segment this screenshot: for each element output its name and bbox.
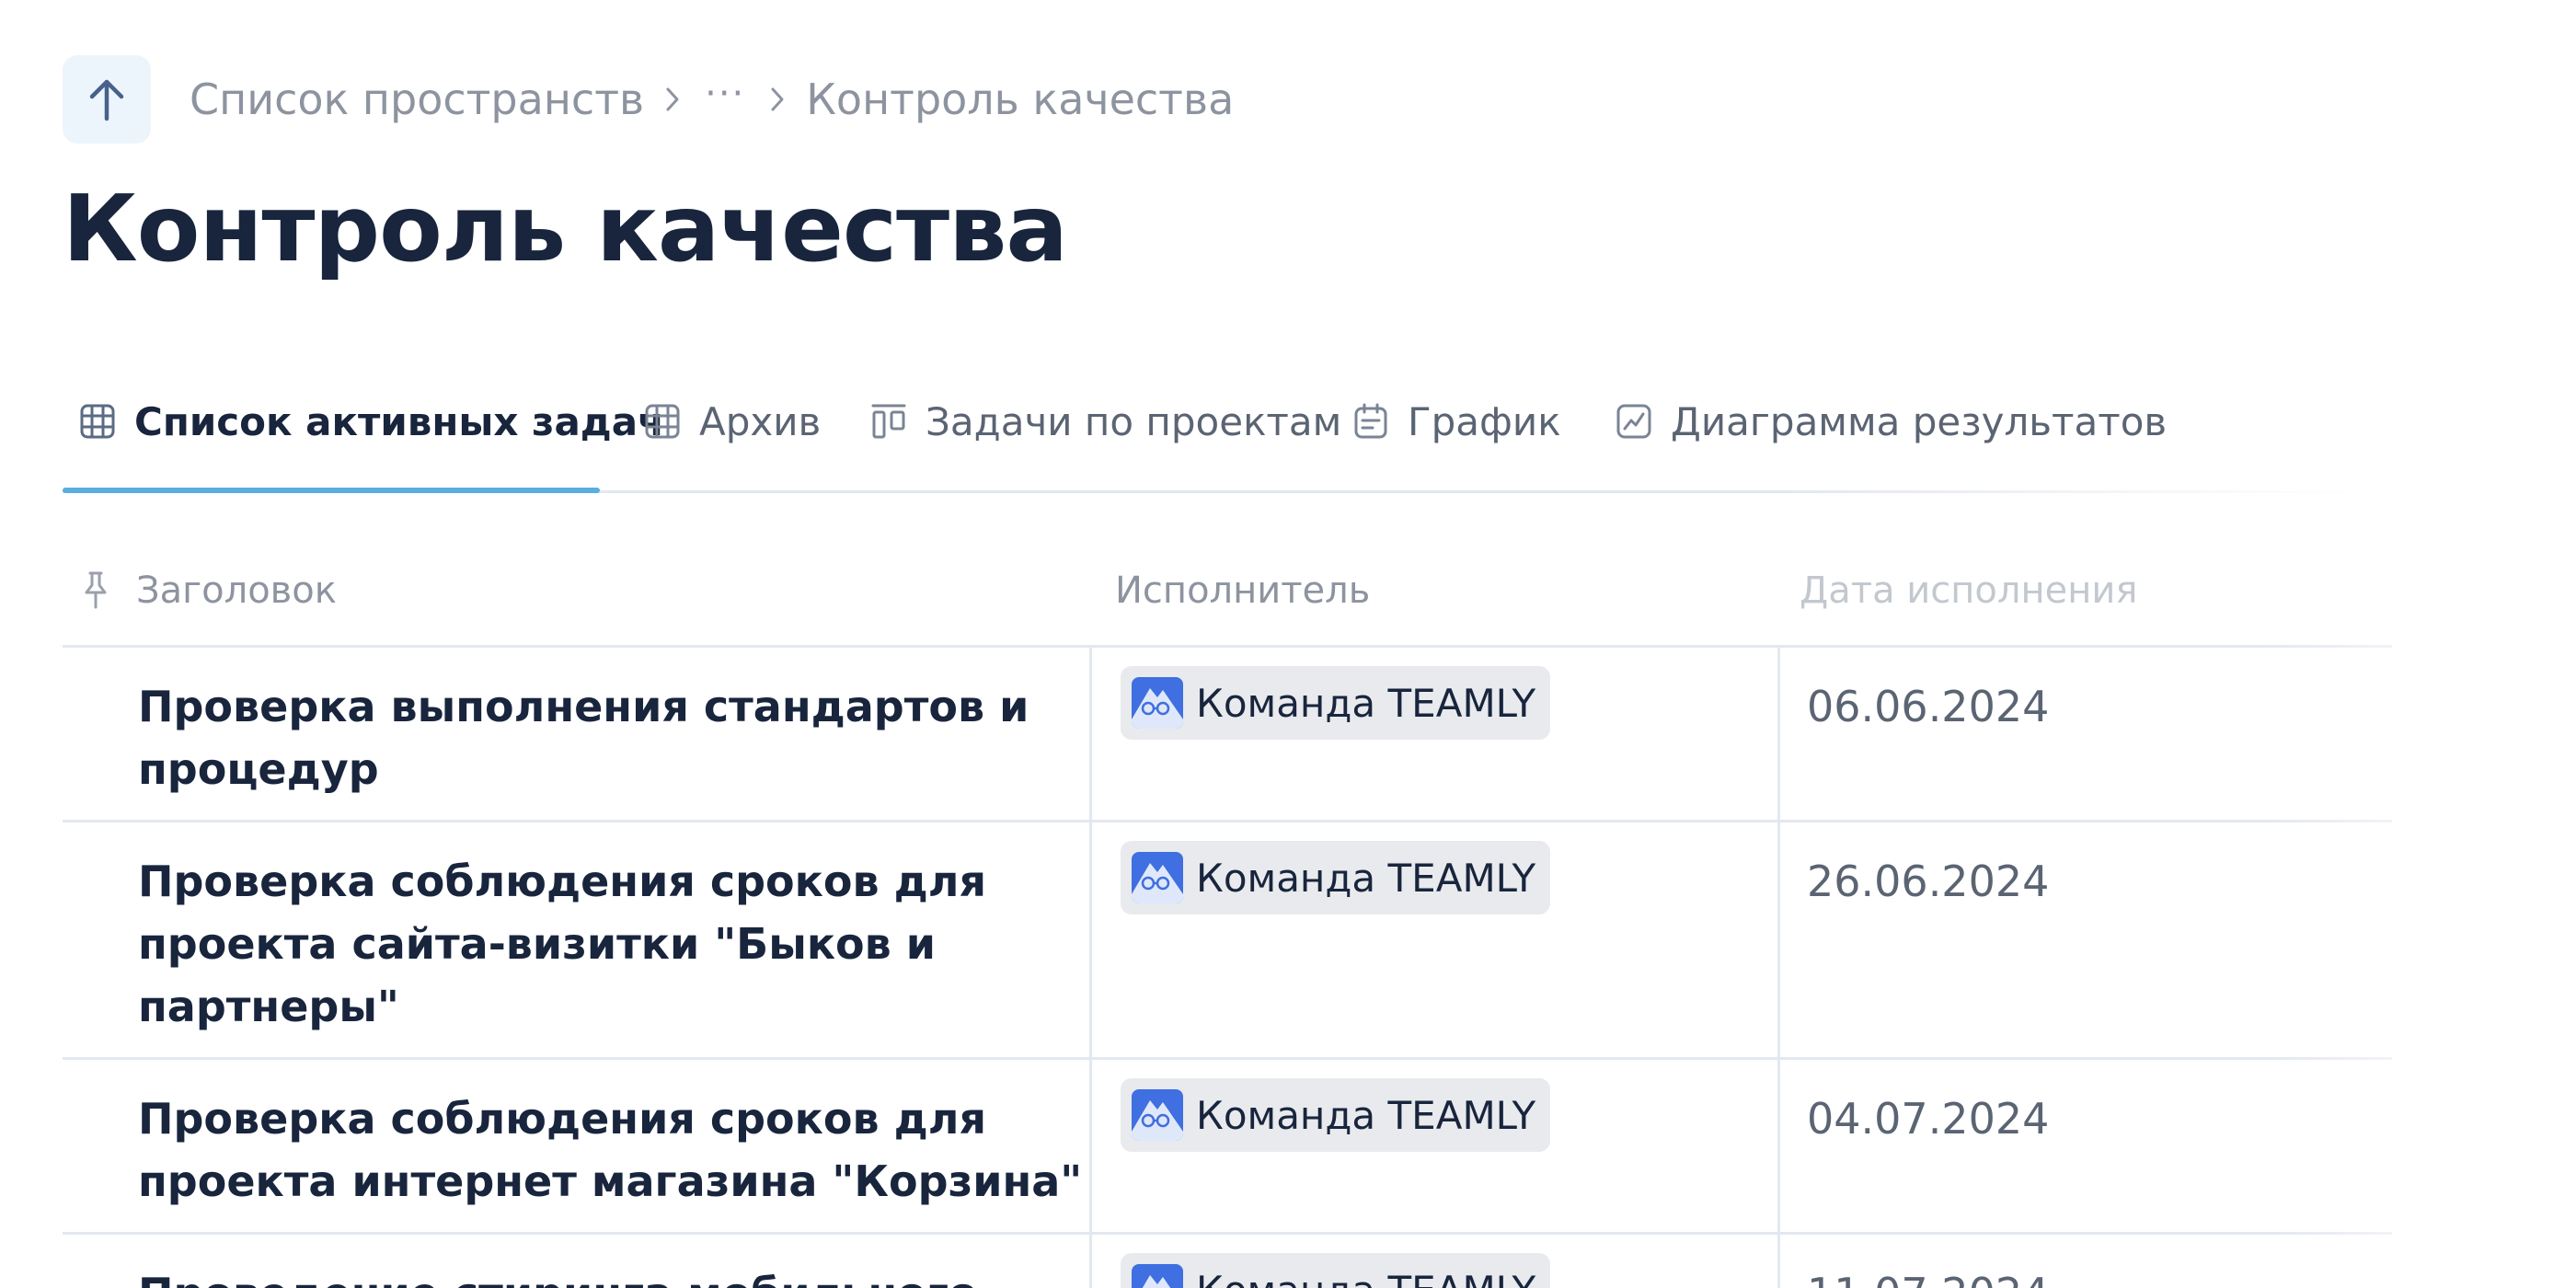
column-divider [1089, 1060, 1092, 1232]
column-header-due-date[interactable]: Дата исполнения [1800, 534, 2137, 648]
table-icon [642, 401, 683, 442]
breadcrumb-item-current[interactable]: Контроль качества [806, 75, 1234, 124]
tab-schedule[interactable]: График [1351, 385, 1561, 458]
table-row[interactable]: Проверка соблюдения сроков для проекта и… [63, 1060, 2392, 1235]
active-tab-indicator [63, 488, 600, 493]
column-divider [1089, 822, 1092, 1057]
team-avatar-icon [1132, 1089, 1183, 1141]
task-title[interactable]: Проверка соблюдения сроков для проекта с… [138, 850, 1113, 1038]
assignee-chip[interactable]: Команда TEAMLY [1121, 841, 1551, 914]
tab-archive[interactable]: Архив [642, 385, 821, 458]
column-header-assignee[interactable]: Исполнитель [1115, 534, 1370, 648]
tasks-table: Заголовок Исполнитель Дата исполнения Пр… [63, 534, 2392, 1288]
task-title[interactable]: Проверка выполнения стандартов и процеду… [138, 675, 1113, 800]
chevron-right-icon [657, 84, 688, 115]
kanban-icon [868, 401, 909, 442]
table-icon [77, 401, 118, 442]
breadcrumb: Список пространств ··· Контроль качества [63, 55, 1234, 144]
arrow-up-icon [89, 79, 124, 121]
tab-results-diagram[interactable]: Диаграмма результатов [1614, 385, 2167, 458]
task-title[interactable]: Проверка соблюдения сроков для проекта и… [138, 1087, 1113, 1213]
column-divider [1777, 648, 1780, 820]
due-date[interactable]: 04.07.2024 [1807, 1087, 2049, 1150]
breadcrumb-ellipsis[interactable]: ··· [705, 75, 745, 112]
tab-active-tasks[interactable]: Список активных задач [77, 385, 664, 458]
column-divider [1777, 1060, 1780, 1232]
table-row[interactable]: Проведение стиринга мобильного Команда T… [63, 1235, 2392, 1288]
chart-icon [1614, 401, 1654, 442]
page-title: Контроль качества [63, 175, 1068, 282]
table-row[interactable]: Проверка соблюдения сроков для проекта с… [63, 822, 2392, 1060]
due-date[interactable]: 11.07.2024 [1807, 1262, 2049, 1288]
calendar-icon [1351, 401, 1391, 442]
chevron-right-icon [762, 84, 793, 115]
column-header-title[interactable]: Заголовок [77, 534, 337, 648]
assignee-chip[interactable]: Команда TEAMLY [1121, 1253, 1551, 1288]
breadcrumb-item-spaces[interactable]: Список пространств [190, 75, 644, 124]
due-date[interactable]: 06.06.2024 [1807, 675, 2049, 738]
table-row[interactable]: Проверка выполнения стандартов и процеду… [63, 648, 2392, 822]
team-avatar-icon [1132, 1264, 1183, 1288]
task-title[interactable]: Проведение стиринга мобильного [138, 1262, 1113, 1288]
column-divider [1089, 648, 1092, 820]
column-divider [1089, 1235, 1092, 1288]
pin-icon[interactable] [77, 571, 114, 609]
team-avatar-icon [1132, 852, 1183, 903]
table-header: Заголовок Исполнитель Дата исполнения [63, 534, 2392, 648]
due-date[interactable]: 26.06.2024 [1807, 850, 2049, 913]
tab-tasks-by-project[interactable]: Задачи по проектам [868, 385, 1341, 458]
navigate-up-button[interactable] [63, 55, 151, 144]
team-avatar-icon [1132, 677, 1183, 729]
column-divider [1777, 1235, 1780, 1288]
column-divider [1777, 822, 1780, 1057]
assignee-chip[interactable]: Команда TEAMLY [1121, 1078, 1551, 1152]
view-tabs: Список активных задач Архив Задачи по пр… [63, 368, 2363, 497]
assignee-chip[interactable]: Команда TEAMLY [1121, 666, 1551, 740]
